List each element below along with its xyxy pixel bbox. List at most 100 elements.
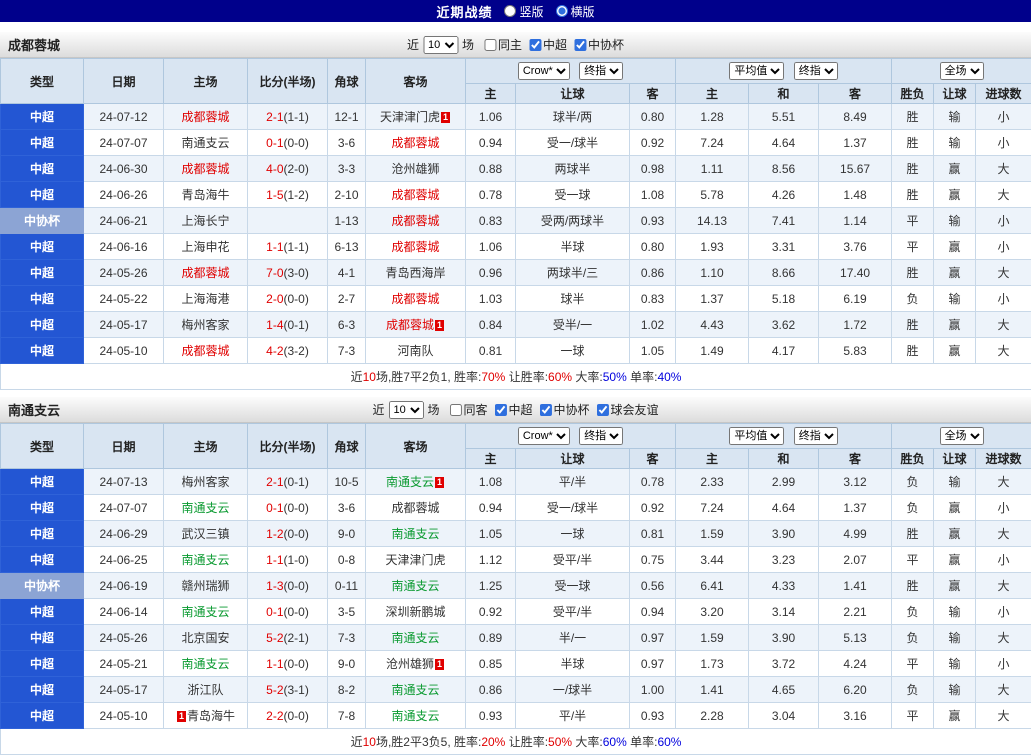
summary-part: 大率: (572, 735, 603, 749)
match-count-select[interactable]: 10 (388, 401, 423, 419)
league-cell: 中协杯 (1, 573, 84, 599)
date-cell: 24-05-22 (84, 286, 164, 312)
odds-time-select[interactable]: 终指 (794, 62, 838, 80)
away-win-odds: 6.19 (819, 286, 892, 312)
fulltime-score: 1-4 (266, 318, 283, 332)
result-cell: 负 (892, 599, 934, 625)
draw-odds: 3.62 (749, 312, 819, 338)
handicap-time-select[interactable]: 终指 (579, 427, 623, 445)
away-team-cell: 天津津门虎1 (366, 104, 466, 130)
cover-cell: 输 (934, 625, 976, 651)
filter-checkbox-input[interactable] (597, 404, 609, 416)
draw-odds: 3.31 (749, 234, 819, 260)
away-team-name: 成都蓉城 (391, 136, 439, 150)
home-team-name: 武汉三镇 (181, 527, 229, 541)
draw-odds: 4.17 (749, 338, 819, 364)
filter-checkboxes: 同客 中超 中协杯 (449, 401, 658, 418)
filter-checkbox-label: 中超 (509, 401, 533, 418)
handicap-time-select[interactable]: 终指 (579, 62, 623, 80)
draw-odds: 8.56 (749, 156, 819, 182)
league-cell: 中超 (1, 234, 84, 260)
home-team-cell: 南通支云 (164, 130, 248, 156)
cover-cell: 赢 (934, 234, 976, 260)
away-team-name: 南通支云 (391, 527, 439, 541)
corner-cell: 4-1 (328, 260, 366, 286)
filter-checkbox[interactable]: 中协杯 (574, 36, 624, 53)
summary-part: 让胜率: (505, 370, 548, 384)
bookmaker-select[interactable]: Crow* (518, 62, 570, 80)
match-row: 中超 24-05-26 北京国安 5-2(2-1) 7-3 南通支云 0.89 … (1, 625, 1031, 651)
home-win-odds: 1.11 (676, 156, 749, 182)
result-cell: 负 (892, 495, 934, 521)
col-corner: 角球 (328, 59, 366, 104)
match-row: 中超 24-06-30 成都蓉城 4-0(2-0) 3-3 沧州雄狮 0.88 … (1, 156, 1031, 182)
summary-part: 单率: (627, 735, 658, 749)
home-team-cell: 赣州瑞狮 (164, 573, 248, 599)
home-win-odds: 1.59 (676, 521, 749, 547)
cover-cell: 赢 (934, 312, 976, 338)
match-row: 中协杯 24-06-19 赣州瑞狮 1-3(0-0) 0-11 南通支云 1.2… (1, 573, 1031, 599)
result-cell: 负 (892, 677, 934, 703)
away-team-name: 成都蓉城 (391, 240, 439, 254)
filter-bar: 近 10 场 同客 中超 (372, 401, 658, 419)
filter-checkbox[interactable]: 球会友谊 (597, 401, 659, 418)
handicap-away-odds: 0.93 (630, 208, 676, 234)
away-team-name: 南通支云 (391, 683, 439, 697)
filter-checkbox[interactable]: 同主 (484, 36, 522, 53)
filter-checkbox[interactable]: 同客 (449, 401, 487, 418)
col-score: 比分(半场) (248, 424, 328, 469)
filter-checkbox[interactable]: 中超 (495, 401, 533, 418)
filter-checkbox-input[interactable] (449, 404, 461, 416)
filter-checkbox-input[interactable] (540, 404, 552, 416)
filter-checkbox[interactable]: 中超 (529, 36, 567, 53)
result-cell: 胜 (892, 573, 934, 599)
col-handicap-away: 客 (630, 84, 676, 104)
odds-time-select[interactable]: 终指 (794, 427, 838, 445)
scope-select[interactable]: 全场 (940, 62, 984, 80)
goals-cell: 小 (976, 651, 1031, 677)
handicap-line: 受半/一 (516, 312, 630, 338)
average-select[interactable]: 平均值 (729, 62, 784, 80)
away-team-name: 天津津门虎 (385, 553, 445, 567)
layout-radio-input[interactable] (556, 5, 568, 17)
layout-radio-input[interactable] (504, 5, 516, 17)
away-team-cell: 南通支云1 (366, 469, 466, 495)
draw-odds: 3.04 (749, 703, 819, 729)
score-cell (248, 208, 328, 234)
draw-odds: 3.72 (749, 651, 819, 677)
away-win-odds: 1.37 (819, 130, 892, 156)
home-win-odds: 1.41 (676, 677, 749, 703)
home-team-cell: 1青岛海牛 (164, 703, 248, 729)
filter-checkbox-input[interactable] (484, 39, 496, 51)
away-team-name: 成都蓉城 (391, 501, 439, 515)
handicap-away-odds: 1.00 (630, 677, 676, 703)
layout-radio[interactable]: 横版 (556, 3, 595, 20)
scope-select[interactable]: 全场 (940, 427, 984, 445)
layout-radio[interactable]: 竖版 (504, 3, 543, 20)
filter-checkbox[interactable]: 中协杯 (540, 401, 590, 418)
result-cell: 负 (892, 286, 934, 312)
handicap-line: 受两/两球半 (516, 208, 630, 234)
goals-cell: 大 (976, 312, 1031, 338)
away-win-odds: 3.16 (819, 703, 892, 729)
cover-cell: 赢 (934, 573, 976, 599)
score-cell: 1-5(1-2) (248, 182, 328, 208)
fulltime-score: 1-2 (266, 527, 283, 541)
corner-cell: 2-7 (328, 286, 366, 312)
handicap-home-odds: 0.94 (466, 130, 516, 156)
date-cell: 24-06-25 (84, 547, 164, 573)
result-cell: 胜 (892, 312, 934, 338)
result-cell: 胜 (892, 130, 934, 156)
home-team-cell: 青岛海牛 (164, 182, 248, 208)
handicap-line: 平/半 (516, 703, 630, 729)
layout-radio-group: 竖版 横版 (504, 3, 594, 20)
match-count-select[interactable]: 10 (423, 36, 458, 54)
average-select[interactable]: 平均值 (729, 427, 784, 445)
goals-cell: 小 (976, 547, 1031, 573)
filter-checkbox-input[interactable] (574, 39, 586, 51)
bookmaker-select[interactable]: Crow* (518, 427, 570, 445)
filter-checkbox-input[interactable] (529, 39, 541, 51)
halftime-score: (0-0) (284, 136, 309, 150)
filter-checkbox-input[interactable] (495, 404, 507, 416)
away-win-odds: 1.14 (819, 208, 892, 234)
